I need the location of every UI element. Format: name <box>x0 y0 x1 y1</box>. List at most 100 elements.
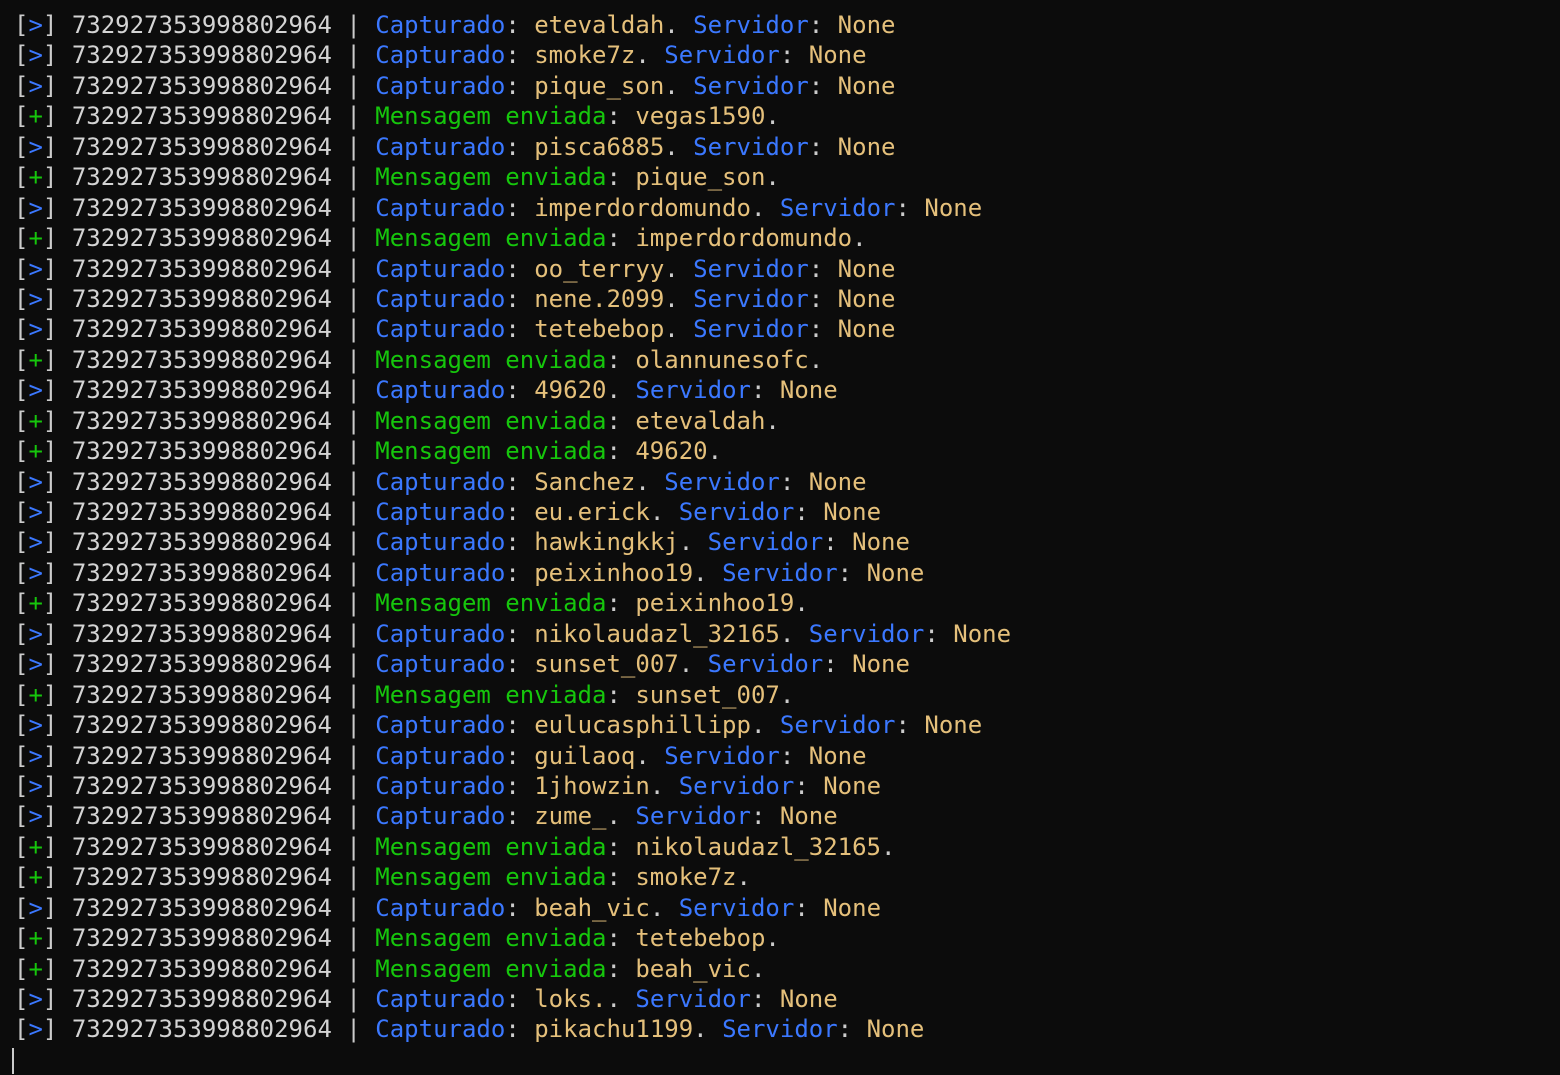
colon: : <box>808 132 838 161</box>
period: . <box>635 741 665 770</box>
log-line: [>] 732927353998802964 | Capturado: oo_t… <box>14 254 1560 284</box>
period: . <box>635 41 665 70</box>
period: . <box>606 802 636 831</box>
colon: : <box>895 193 925 222</box>
colon: : <box>505 71 535 100</box>
period: . <box>664 284 694 313</box>
log-id: 732927353998802964 <box>71 985 332 1013</box>
arrow-prompt-icon: [>] <box>14 528 58 557</box>
period: . <box>678 650 708 679</box>
period: . <box>635 467 665 496</box>
arrow-prompt-icon: [>] <box>14 1015 58 1044</box>
colon: : <box>505 193 535 222</box>
plus-prompt-icon: [+] <box>14 589 58 618</box>
server-label: Servidor <box>707 528 824 557</box>
log-id: 732927353998802964 <box>71 284 332 313</box>
colon: : <box>606 589 636 618</box>
server-label: Servidor <box>635 985 751 1013</box>
colon: : <box>505 132 535 161</box>
server-value: None <box>837 11 896 39</box>
sent-label: Mensagem enviada <box>375 954 607 983</box>
captured-label: Capturado <box>375 528 506 557</box>
arrow-prompt-icon: [>] <box>14 893 58 922</box>
colon: : <box>808 315 838 344</box>
server-value: None <box>837 284 896 313</box>
colon: : <box>794 893 824 922</box>
colon: : <box>606 680 636 709</box>
arrow-prompt-icon: [>] <box>14 132 58 161</box>
separator: | <box>331 467 376 496</box>
colon: : <box>808 11 838 39</box>
log-line: [>] 732927353998802964 | Capturado: piqu… <box>14 71 1560 101</box>
period: . <box>678 528 708 557</box>
arrow-prompt-icon: [>] <box>14 11 58 39</box>
colon: : <box>779 467 809 496</box>
arrow-prompt-icon: [>] <box>14 711 58 740</box>
colon: : <box>505 467 535 496</box>
period: . <box>707 437 723 466</box>
log-line: [+] 732927353998802964 | Mensagem enviad… <box>14 223 1560 253</box>
plus-prompt-icon: [+] <box>14 437 58 466</box>
colon: : <box>750 376 780 405</box>
log-id: 732927353998802964 <box>71 741 332 770</box>
log-id: 732927353998802964 <box>71 224 332 253</box>
log-id: 732927353998802964 <box>71 924 332 953</box>
period: . <box>649 771 679 800</box>
separator: | <box>331 345 376 374</box>
captured-label: Capturado <box>375 71 506 100</box>
period: . <box>750 954 766 983</box>
period: . <box>664 132 694 161</box>
username: vegas1590 <box>635 102 766 131</box>
colon: : <box>606 863 636 892</box>
separator: | <box>331 254 376 283</box>
username: 1jhowzin <box>534 771 650 800</box>
separator: | <box>331 893 376 922</box>
colon: : <box>606 163 636 192</box>
period: . <box>664 71 694 100</box>
period: . <box>794 589 809 618</box>
arrow-prompt-icon: [>] <box>14 619 58 648</box>
separator: | <box>331 102 376 131</box>
plus-prompt-icon: [+] <box>14 406 58 435</box>
arrow-prompt-icon: [>] <box>14 771 58 800</box>
period: . <box>779 680 795 709</box>
log-id: 732927353998802964 <box>71 589 332 618</box>
plus-prompt-icon: [+] <box>14 102 58 131</box>
username: Sanchez <box>534 467 636 496</box>
log-id: 732927353998802964 <box>71 132 332 161</box>
colon: : <box>505 741 535 770</box>
colon: : <box>837 558 867 587</box>
server-label: Servidor <box>635 802 751 831</box>
log-id: 732927353998802964 <box>71 619 332 648</box>
log-id: 732927353998802964 <box>71 345 332 374</box>
server-value: None <box>852 528 910 557</box>
log-line: [+] 732927353998802964 | Mensagem enviad… <box>14 345 1560 375</box>
period: . <box>606 376 636 405</box>
log-line: [>] 732927353998802964 | Capturado: zume… <box>14 801 1560 831</box>
arrow-prompt-icon: [>] <box>14 802 58 831</box>
username: pisca6885 <box>534 132 665 161</box>
server-label: Servidor <box>693 315 809 344</box>
log-id: 732927353998802964 <box>71 41 332 70</box>
username: loks. <box>534 985 607 1013</box>
plus-prompt-icon: [+] <box>14 680 58 709</box>
server-label: Servidor <box>678 498 795 526</box>
input-line[interactable] <box>12 1045 1560 1075</box>
separator: | <box>331 376 376 405</box>
log-line: [+] 732927353998802964 | Mensagem enviad… <box>14 162 1560 192</box>
server-label: Servidor <box>808 619 925 648</box>
colon: : <box>505 41 535 70</box>
separator: | <box>331 802 376 831</box>
arrow-prompt-icon: [>] <box>14 376 58 405</box>
period: . <box>852 224 867 253</box>
username: pikachu1199 <box>534 1015 694 1044</box>
terminal-output[interactable]: [>] 732927353998802964 | Capturado: etev… <box>0 0 1560 1075</box>
log-id: 732927353998802964 <box>71 315 332 344</box>
colon: : <box>606 832 636 861</box>
username: imperdordomundo <box>635 224 853 253</box>
colon: : <box>505 650 535 679</box>
colon: : <box>779 41 809 70</box>
separator: | <box>331 863 376 892</box>
log-line: [+] 732927353998802964 | Mensagem enviad… <box>14 101 1560 131</box>
separator: | <box>331 224 376 253</box>
